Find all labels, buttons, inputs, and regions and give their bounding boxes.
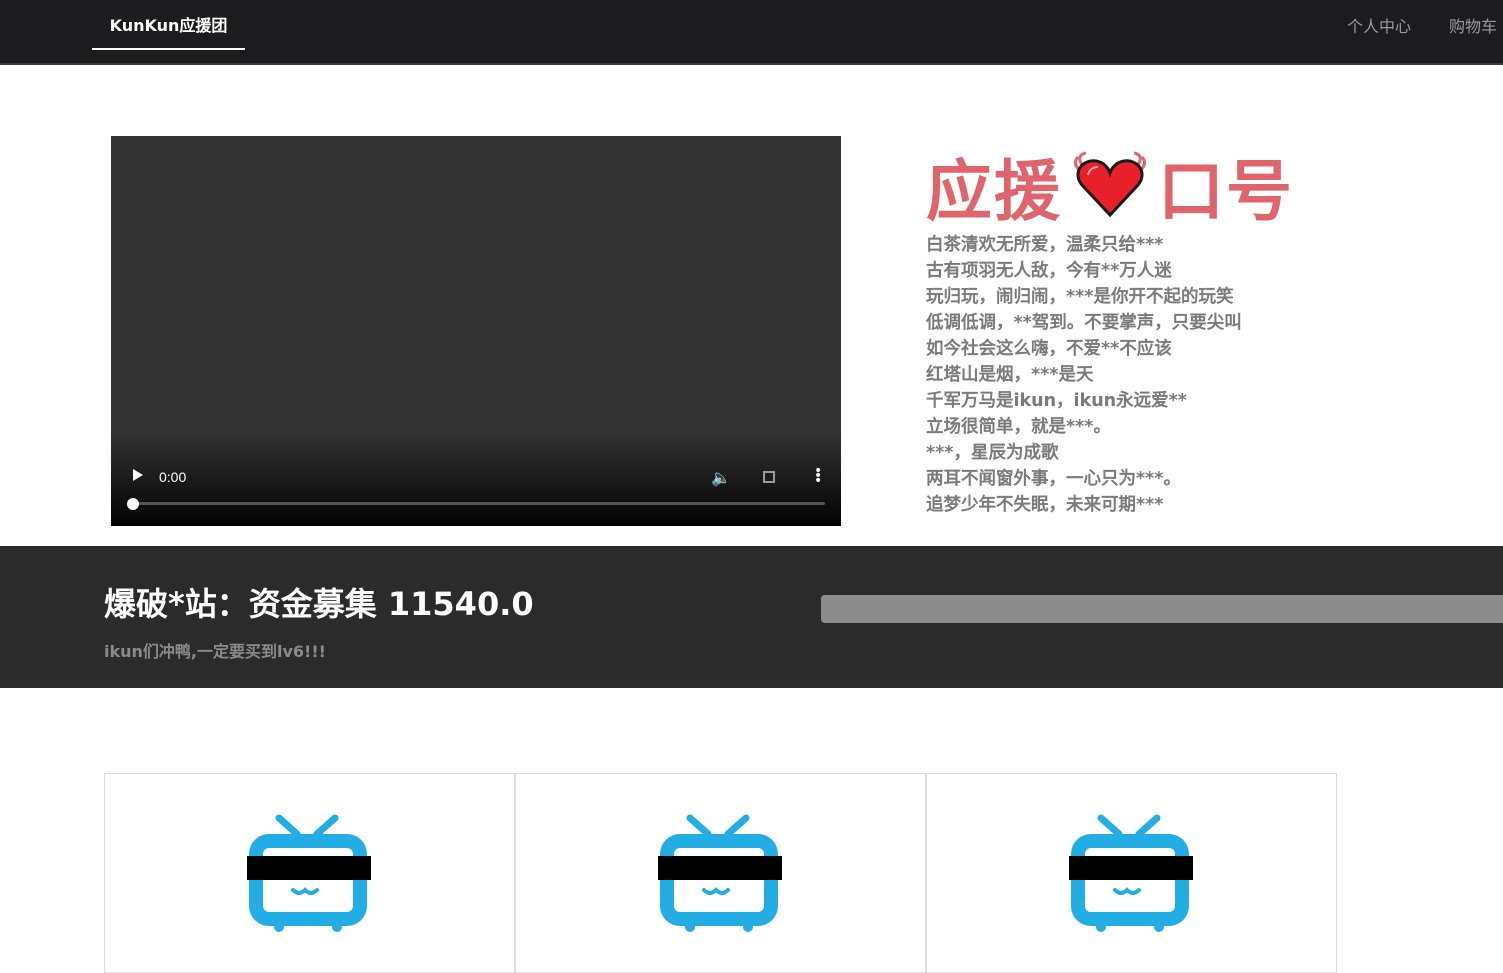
more-options-icon[interactable]: ••• bbox=[814, 464, 822, 488]
nav-links: 个人中心 购物车 bbox=[1347, 0, 1503, 50]
bilibili-tv-icon bbox=[247, 814, 371, 932]
video-seek-thumb[interactable] bbox=[127, 498, 139, 510]
slogan-line: 两耳不闻窗外事，一心只为***。 bbox=[926, 469, 1181, 489]
funding-progress-bar bbox=[821, 595, 1503, 623]
slogan-line: 千军万马是ikun，ikun永远爱** bbox=[926, 391, 1187, 411]
video-seek-track[interactable] bbox=[129, 502, 825, 505]
product-card[interactable] bbox=[104, 773, 515, 973]
slogan-line: 白茶清欢无所爱，温柔只给*** bbox=[926, 235, 1164, 255]
slogan-line: ***，星辰为成歌 bbox=[926, 443, 1059, 463]
product-card[interactable] bbox=[515, 773, 926, 973]
slogan-title-left: 应援 bbox=[926, 153, 1062, 230]
bilibili-tv-icon bbox=[1069, 814, 1193, 932]
video-controls-gradient bbox=[111, 431, 841, 526]
funding-subtitle: ikun们冲鸭,一定要买到lv6!!! bbox=[104, 642, 326, 661]
heart-icon bbox=[1072, 151, 1148, 221]
fullscreen-icon[interactable] bbox=[763, 471, 775, 483]
funding-title: 爆破*站：资金募集 11540.0 bbox=[104, 585, 534, 623]
nav-link-profile[interactable]: 个人中心 bbox=[1347, 13, 1411, 37]
slogan-line: 古有项羽无人敌，今有**万人迷 bbox=[926, 261, 1172, 281]
product-card[interactable] bbox=[926, 773, 1337, 973]
product-cards bbox=[104, 773, 1337, 973]
slogan-lines: 白茶清欢无所爱，温柔只给*** 古有项羽无人敌，今有**万人迷 玩归玩，闹归闹，… bbox=[926, 232, 1346, 518]
volume-icon[interactable]: 🔈 bbox=[711, 468, 731, 487]
funding-progress-fill bbox=[821, 595, 1503, 623]
video-player[interactable]: 0:00 🔈 ••• bbox=[111, 136, 841, 526]
slogan-line: 追梦少年不失眠，未来可期*** bbox=[926, 495, 1164, 515]
video-time: 0:00 bbox=[159, 469, 187, 485]
bilibili-tv-icon bbox=[658, 814, 782, 932]
slogan-title-right: 口号 bbox=[1158, 153, 1294, 230]
slogan-line: 如今社会这么嗨，不爱**不应该 bbox=[926, 339, 1172, 359]
slogan-line: 立场很简单，就是***。 bbox=[926, 417, 1111, 437]
slogan-line: 红塔山是烟，***是天 bbox=[926, 365, 1094, 385]
funding-band: 爆破*站：资金募集 11540.0 ikun们冲鸭,一定要买到lv6!!! bbox=[0, 546, 1503, 688]
brand-link[interactable]: KunKun应援团 bbox=[92, 0, 245, 50]
slogan-line: 低调低调，**驾到。不要掌声，只要尖叫 bbox=[926, 313, 1242, 333]
slogan-title: 应援 口号 bbox=[926, 148, 1294, 230]
navbar: KunKun应援团 个人中心 购物车 bbox=[0, 0, 1503, 65]
play-icon[interactable] bbox=[133, 469, 143, 481]
nav-link-cart[interactable]: 购物车 bbox=[1449, 13, 1497, 37]
slogan-line: 玩归玩，闹归闹，***是你开不起的玩笑 bbox=[926, 287, 1234, 307]
